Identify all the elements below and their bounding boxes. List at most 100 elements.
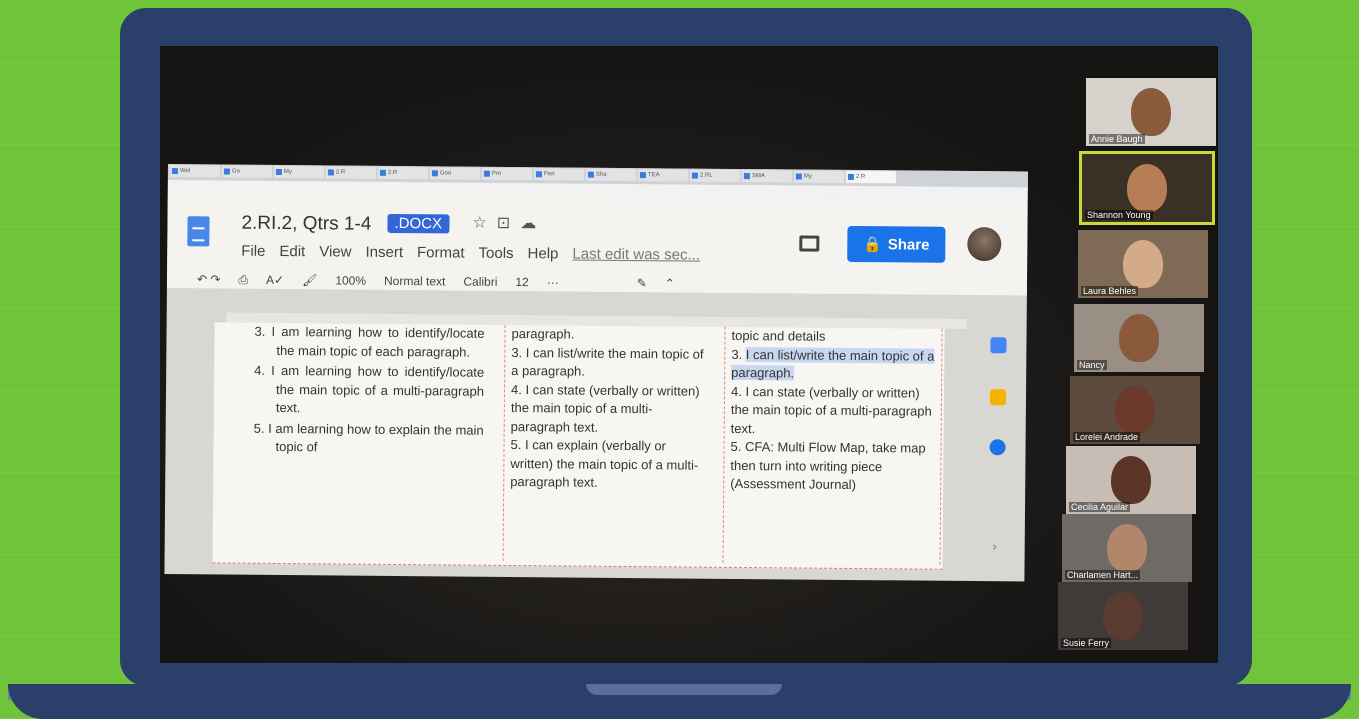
list-item: 4. I can state (verbally or written) the… <box>730 383 932 436</box>
browser-tab[interactable]: 2.R <box>845 170 896 184</box>
spellcheck-icon[interactable]: A✓ <box>266 273 284 287</box>
print-icon[interactable]: ⎙ <box>238 272 248 287</box>
paint-format-icon[interactable]: 🖌 <box>302 273 317 287</box>
zoom-select[interactable]: 100% <box>335 273 366 287</box>
style-select[interactable]: Normal text <box>384 274 445 289</box>
browser-tab[interactable]: Wel <box>169 165 220 178</box>
tab-favicon-icon <box>275 168 282 175</box>
docs-logo-icon[interactable] <box>187 216 210 247</box>
tab-label: Go <box>231 168 240 175</box>
participant-name: Cecilia Aguilar <box>1069 502 1131 512</box>
list-item: 5. CFA: Multi Flow Map, take map then tu… <box>730 438 926 493</box>
tab-favicon-icon <box>639 172 646 179</box>
browser-tab[interactable]: Go <box>221 165 272 178</box>
browser-tab[interactable]: Sha <box>585 168 636 182</box>
tab-favicon-icon <box>171 168 178 175</box>
objectives-column: 3. I am learning how to identify/locate … <box>233 323 485 561</box>
font-select[interactable]: Calibri <box>463 275 497 289</box>
participant-name: Laura Behles <box>1081 286 1139 296</box>
list-item: 3. I am learning how to identify/locate … <box>254 323 485 360</box>
tab-favicon-icon <box>327 169 334 176</box>
browser-tab[interactable]: 2.R <box>377 166 428 180</box>
list-item: 4. I can state (verbally or written) the… <box>510 381 700 435</box>
tab-label: Pro <box>491 170 502 177</box>
menu-help[interactable]: Help <box>528 245 559 262</box>
tab-favicon-icon <box>379 169 386 176</box>
list-item: topic and details <box>731 327 826 344</box>
tab-favicon-icon <box>587 171 594 178</box>
browser-tab[interactable]: SMA <box>741 170 792 183</box>
participant-name: Charlamen Hart... <box>1065 570 1141 580</box>
editing-mode-icon[interactable]: ✎ <box>637 276 647 290</box>
tab-label: Wel <box>179 168 191 175</box>
document-title[interactable]: 2.RI.2, Qtrs 1-4 <box>241 213 371 236</box>
participant-name: Nancy <box>1077 360 1107 370</box>
participant-name: Shannon Young <box>1085 210 1153 220</box>
browser-window: Wel Go My 2.R 2.R Goo Pro Pen Sha TEA 2.RL SMA My 2.R… <box>164 164 1028 582</box>
menu-file[interactable]: File <box>241 243 265 260</box>
participant-name: Lorelei Andrade <box>1073 432 1141 442</box>
side-panel: › <box>974 289 1027 581</box>
menu-format[interactable]: Format <box>417 244 465 261</box>
participant-tile[interactable]: Annie Baugh <box>1086 78 1216 146</box>
calendar-icon[interactable] <box>990 337 1007 354</box>
share-button[interactable]: 🔒 Share <box>847 225 946 263</box>
list-item: 3. I can list/write the main topic of a … <box>731 345 941 384</box>
browser-tab[interactable]: Pen <box>533 168 584 181</box>
participant-video <box>1127 164 1167 212</box>
font-size-select[interactable]: 12 <box>515 275 528 289</box>
tab-favicon-icon <box>743 173 750 180</box>
participant-name: Annie Baugh <box>1089 134 1145 144</box>
list-item: 5. I am learning how to explain the main… <box>253 420 484 455</box>
participant-video <box>1107 524 1147 572</box>
undo-redo-icon[interactable]: ↶ ↷ <box>197 272 221 286</box>
last-edit-link[interactable]: Last edit was sec... <box>572 246 700 264</box>
assessment-column: topic and details 3. I can list/write th… <box>722 326 943 565</box>
browser-tab[interactable]: Goo <box>429 167 480 180</box>
browser-tab[interactable]: My <box>273 165 324 179</box>
lock-icon: 🔒 <box>863 236 882 254</box>
menu-bar: File Edit View Insert Format Tools Help … <box>241 243 700 264</box>
expand-panel-icon[interactable]: › <box>993 539 997 553</box>
keep-icon[interactable] <box>989 389 1007 406</box>
avatar[interactable] <box>967 226 1002 262</box>
participant-tile[interactable]: Laura Behles <box>1078 230 1208 298</box>
participant-tile[interactable]: Charlamen Hart... <box>1062 514 1192 582</box>
more-options-button[interactable]: ··· <box>547 275 559 289</box>
title-action-icons[interactable]: ☆⊡☁ <box>472 213 546 234</box>
tab-label: Pen <box>543 171 555 178</box>
list-item: 4. I am learning how to identify/locate … <box>254 362 485 416</box>
share-label: Share <box>887 235 930 254</box>
participant-tile[interactable]: Nancy <box>1074 304 1204 372</box>
browser-tab[interactable]: 2.R <box>325 166 376 179</box>
tab-favicon-icon <box>847 173 854 180</box>
browser-tab[interactable]: 2.RL <box>689 169 740 182</box>
comment-history-icon[interactable] <box>799 235 820 252</box>
participant-tile[interactable]: Lorelei Andrade <box>1070 376 1200 444</box>
tab-label: My <box>803 173 812 180</box>
participant-name: Susie Ferry <box>1061 638 1112 648</box>
tasks-icon[interactable] <box>989 439 1006 456</box>
browser-tab[interactable]: My <box>793 170 844 183</box>
browser-tab[interactable]: TEA <box>637 169 688 182</box>
list-item: 5. I can explain (verbally or written) t… <box>510 437 699 490</box>
tab-favicon-icon <box>431 170 438 177</box>
document-page[interactable]: 3. I am learning how to identify/locate … <box>212 322 945 570</box>
menu-tools[interactable]: Tools <box>478 245 513 262</box>
tab-label: Goo <box>439 170 452 177</box>
tab-label: 2.R <box>387 169 398 177</box>
menu-insert[interactable]: Insert <box>365 244 403 261</box>
laptop-notch <box>586 684 782 695</box>
tab-favicon-icon <box>795 173 802 180</box>
participant-video <box>1103 592 1143 640</box>
selected-text[interactable]: I can list/write the main topic of a par… <box>731 346 935 381</box>
tab-label: 2.R <box>855 174 866 181</box>
menu-view[interactable]: View <box>319 243 351 260</box>
menu-edit[interactable]: Edit <box>279 243 305 260</box>
participant-tile[interactable]: Susie Ferry <box>1058 582 1188 650</box>
item-number: 3. <box>731 346 743 362</box>
browser-tab[interactable]: Pro <box>481 167 532 181</box>
collapse-icon[interactable]: ⌃ <box>665 276 675 290</box>
participant-tile[interactable]: Cecilia Aguilar <box>1066 446 1196 514</box>
participant-tile[interactable]: Shannon Young <box>1079 151 1215 225</box>
